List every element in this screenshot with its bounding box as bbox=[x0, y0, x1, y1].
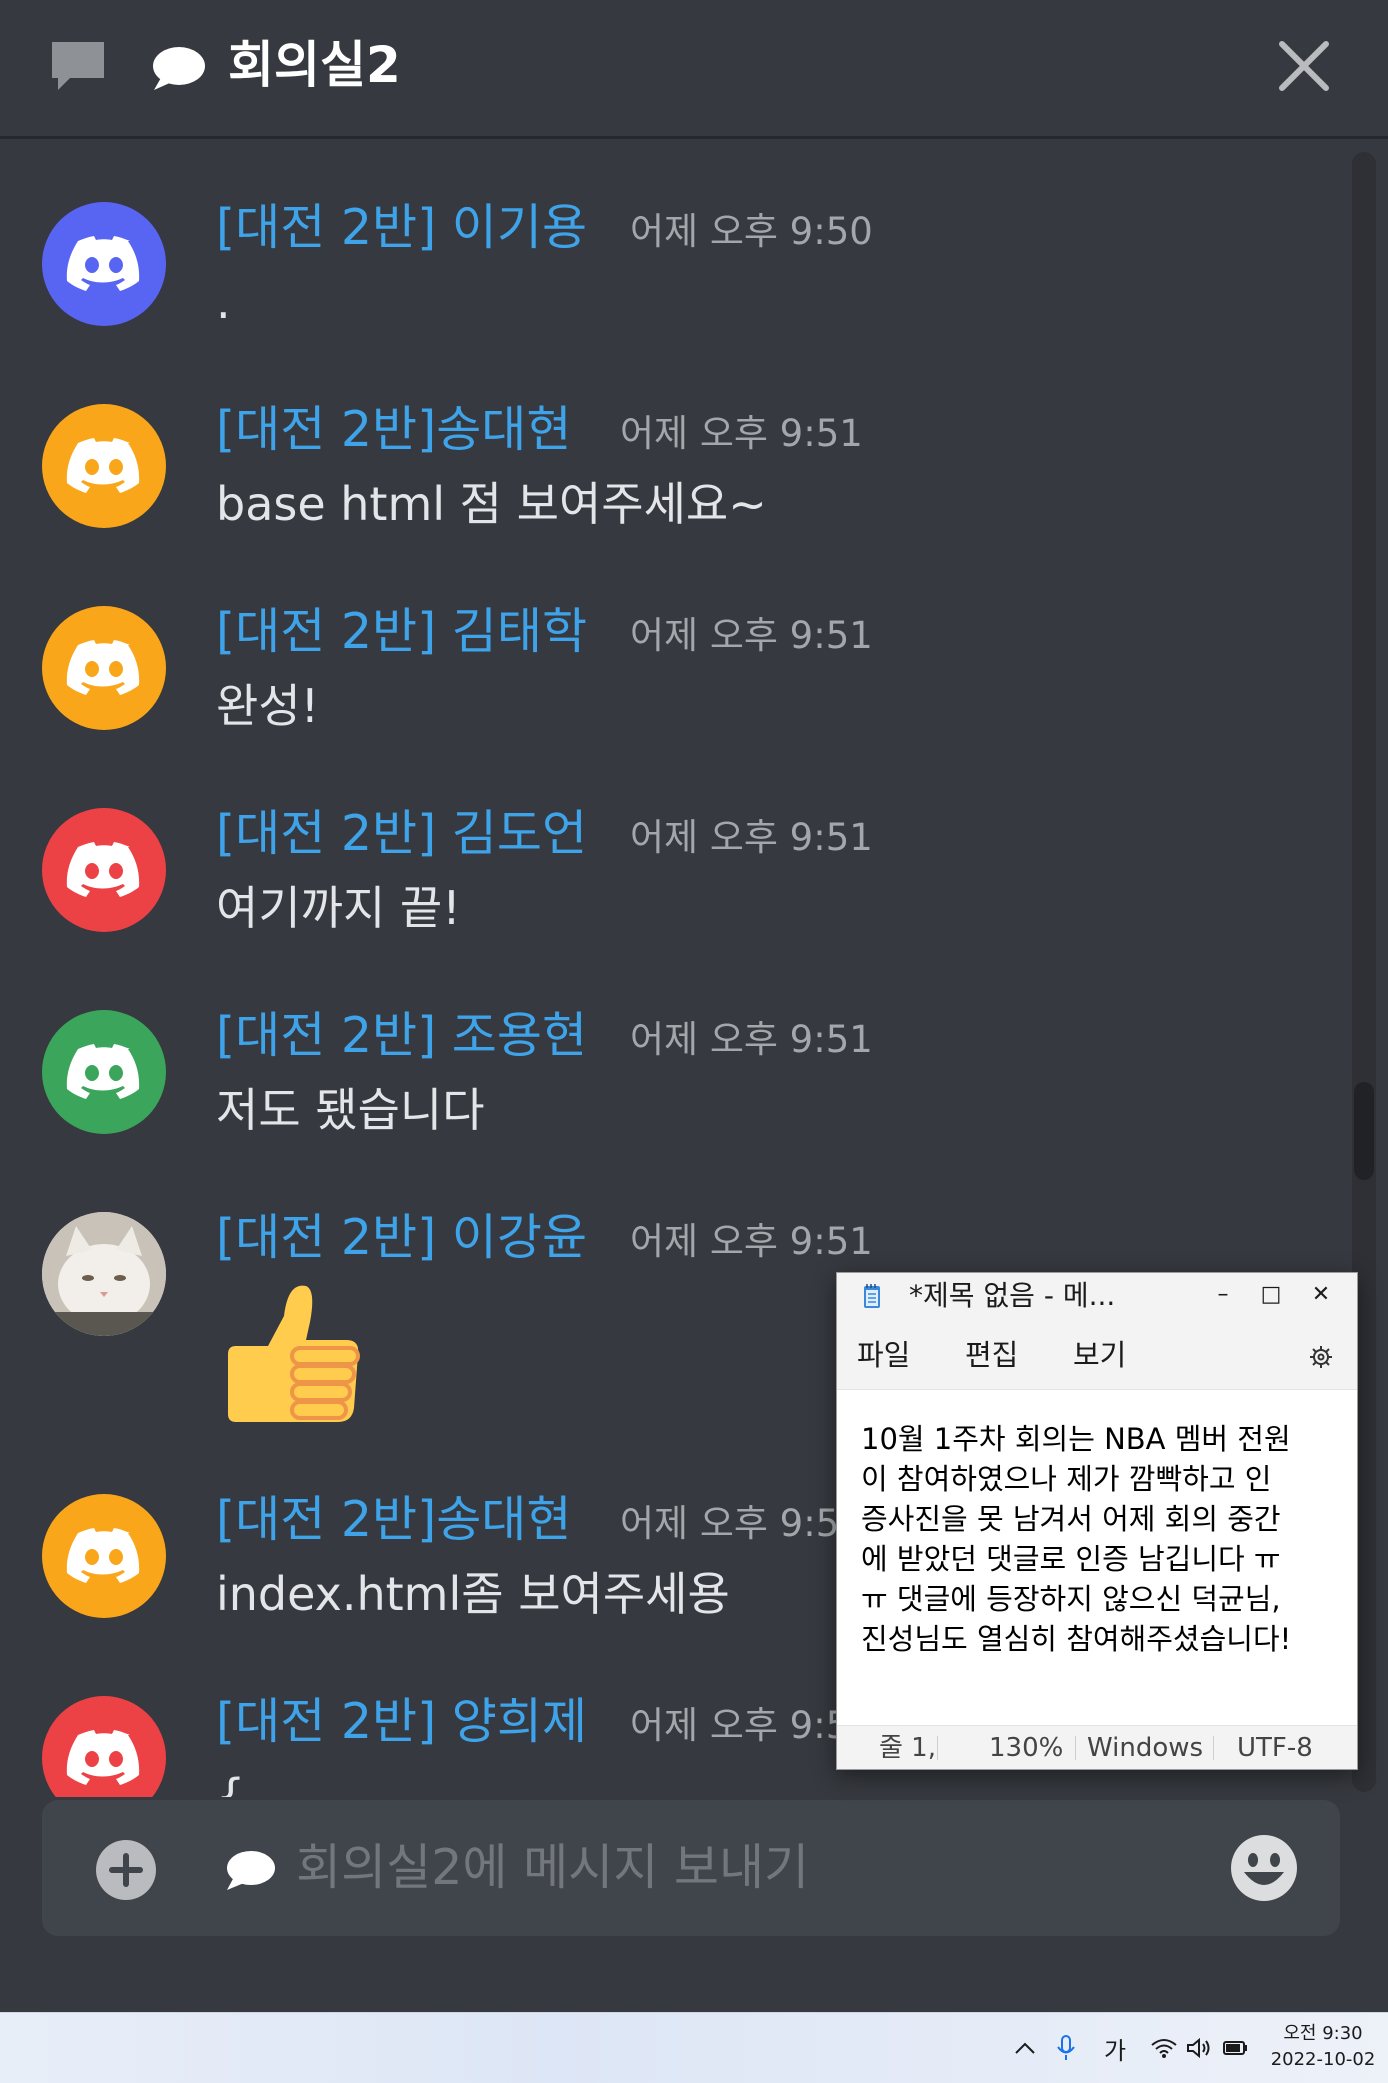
notepad-titlebar[interactable]: *제목 없음 - 메... – □ ✕ bbox=[837, 1273, 1357, 1319]
taskbar: 가 오전 9:30 2022-10-02 bbox=[0, 2012, 1388, 2083]
channel-title: 회의실2 bbox=[228, 36, 401, 94]
message-author[interactable]: [대전 2반] 이기용 bbox=[216, 196, 587, 260]
avatar[interactable] bbox=[42, 404, 166, 528]
emoji-smile-icon[interactable] bbox=[1230, 1834, 1298, 1902]
ime-icon[interactable]: 가 bbox=[1104, 2013, 1126, 2083]
discord-logo-icon bbox=[66, 1044, 140, 1099]
cat-photo-avatar[interactable] bbox=[42, 1212, 166, 1336]
message-text: base html 점 보여주세요~ bbox=[216, 477, 767, 531]
close-icon[interactable] bbox=[1276, 38, 1332, 94]
message-author[interactable]: [대전 2반] 양희제 bbox=[216, 1690, 587, 1754]
menu-file[interactable]: 파일 bbox=[857, 1335, 910, 1375]
message-timestamp: 어제 오후 9:51 bbox=[630, 816, 873, 859]
message-author[interactable]: [대전 2반] 김태학 bbox=[216, 600, 587, 664]
avatar[interactable] bbox=[42, 1010, 166, 1134]
chevron-up-icon[interactable] bbox=[1014, 2013, 1036, 2083]
maximize-icon[interactable]: □ bbox=[1251, 1277, 1291, 1313]
battery-icon[interactable] bbox=[1222, 2013, 1250, 2083]
close-icon[interactable]: ✕ bbox=[1301, 1277, 1341, 1313]
notepad-menubar: 파일 편집 보기 bbox=[837, 1319, 1357, 1390]
speaker-icon[interactable] bbox=[1186, 2013, 1212, 2083]
discord-logo-icon bbox=[66, 640, 140, 695]
status-cursor-position: 줄 1, bbox=[879, 1733, 936, 1763]
message-text: 완성! bbox=[216, 679, 320, 733]
status-line-ending: Windows bbox=[1087, 1733, 1204, 1763]
discord-logo-icon bbox=[66, 236, 140, 291]
avatar[interactable] bbox=[42, 1696, 166, 1797]
message-author[interactable]: [대전 2반] 조용현 bbox=[216, 1004, 587, 1068]
message-text: 여기까지 끝! bbox=[216, 881, 461, 935]
cat-face-icon bbox=[42, 1212, 166, 1336]
discord-logo-icon bbox=[66, 438, 140, 493]
taskbar-clock[interactable]: 오전 9:30 2022-10-02 bbox=[1258, 2021, 1388, 2073]
message-timestamp: 어제 오후 9:5 bbox=[630, 1704, 850, 1747]
discord-logo-icon bbox=[66, 842, 140, 897]
status-zoom: 130% bbox=[989, 1733, 1064, 1763]
clock-date: 2022-10-02 bbox=[1270, 2049, 1376, 2070]
clock-time: 오전 9:30 bbox=[1283, 2023, 1363, 2044]
menu-edit[interactable]: 편집 bbox=[965, 1335, 1018, 1375]
gear-icon[interactable] bbox=[1309, 1345, 1333, 1369]
discord-logo-icon bbox=[66, 1528, 140, 1583]
wifi-icon[interactable] bbox=[1150, 2013, 1178, 2083]
microphone-icon[interactable] bbox=[1056, 2013, 1076, 2083]
message-author[interactable]: [대전 2반] 김도언 bbox=[216, 802, 587, 866]
scrollbar-thumb[interactable] bbox=[1354, 1082, 1374, 1180]
message-timestamp: 어제 오후 9:51 bbox=[630, 1018, 873, 1061]
notepad-app-icon bbox=[864, 1284, 880, 1308]
notepad-title: *제목 없음 - 메... bbox=[909, 1279, 1116, 1312]
message-text: 저도 됐습니다 bbox=[216, 1083, 485, 1137]
status-encoding: UTF-8 bbox=[1237, 1733, 1313, 1763]
message-timestamp: 어제 오후 9:51 bbox=[630, 1220, 873, 1263]
notepad-text-area[interactable]: 10월 1주차 회의는 NBA 멤버 전원 이 참여하였으나 제가 깜빡하고 인… bbox=[861, 1419, 1345, 1659]
avatar[interactable] bbox=[42, 808, 166, 932]
message-timestamp: 어제 오후 9:50 bbox=[630, 210, 873, 253]
message-text: index.html좀 보여주세용 bbox=[216, 1567, 730, 1621]
message-author[interactable]: [대전 2반] 이강윤 bbox=[216, 1206, 587, 1270]
thumbs-up-icon bbox=[228, 1285, 360, 1422]
chat-bubble-icon bbox=[153, 47, 205, 90]
avatar[interactable] bbox=[42, 202, 166, 326]
threads-icon[interactable] bbox=[48, 38, 108, 94]
message-composer[interactable]: 회의실2에 메시지 보내기 bbox=[42, 1800, 1340, 1936]
message-timestamp: 어제 오후 9:5 bbox=[620, 1502, 840, 1545]
message-timestamp: 어제 오후 9:51 bbox=[620, 412, 863, 455]
notepad-window[interactable]: *제목 없음 - 메... – □ ✕ 파일 편집 보기 10월 1주차 회의는… bbox=[836, 1272, 1358, 1770]
minimize-icon[interactable]: – bbox=[1203, 1277, 1243, 1313]
chat-bubble-icon bbox=[227, 1851, 275, 1890]
avatar[interactable] bbox=[42, 606, 166, 730]
plus-circle-icon[interactable] bbox=[96, 1840, 156, 1900]
notepad-statusbar: 줄 1, 130% Windows UTF-8 bbox=[837, 1725, 1357, 1769]
avatar[interactable] bbox=[42, 1494, 166, 1618]
message-timestamp: 어제 오후 9:51 bbox=[630, 614, 873, 657]
channel-header: 회의실2 bbox=[0, 0, 1388, 139]
message-text: { bbox=[216, 1769, 246, 1797]
message-author[interactable]: [대전 2반]송대현 bbox=[216, 1488, 571, 1552]
discord-logo-icon bbox=[66, 1730, 140, 1785]
message-input[interactable]: 회의실2에 메시지 보내기 bbox=[296, 1836, 809, 1900]
message-text: . bbox=[216, 275, 231, 329]
menu-view[interactable]: 보기 bbox=[1073, 1335, 1126, 1375]
message-author[interactable]: [대전 2반]송대현 bbox=[216, 398, 571, 462]
